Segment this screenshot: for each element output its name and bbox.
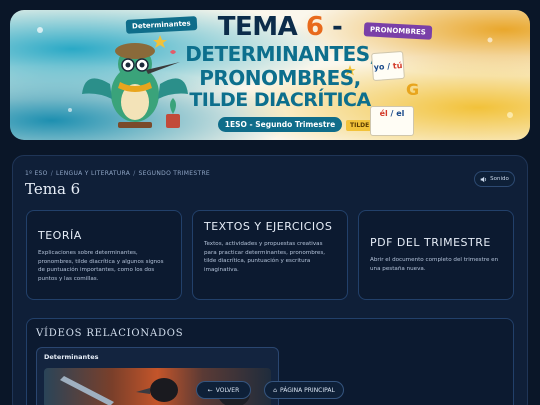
yo-text: yo /	[373, 61, 394, 72]
el-text: / el	[387, 109, 405, 118]
banner-title-line-2: DETERMINANTES,	[185, 42, 377, 66]
back-arrow-icon: ←	[207, 386, 213, 394]
page-title: Tema 6	[25, 180, 81, 198]
sound-button[interactable]: Sonido	[474, 171, 515, 187]
back-button[interactable]: ← VOLVER	[196, 381, 251, 399]
yo-tu-card: yo / tú	[371, 50, 405, 82]
banner-title-prefix: TEMA	[217, 12, 298, 42]
breadcrumb-item-term[interactable]: SEGUNDO TRIMESTRE	[139, 170, 210, 177]
banner-title-line-3: PRONOMBRES,	[199, 66, 361, 90]
breadcrumb-item-course[interactable]: 1º ESO	[25, 170, 48, 177]
card-textos-ejercicios[interactable]: TEXTOS Y EJERCICIOS Textos, actividades …	[192, 210, 348, 300]
breadcrumb-separator: /	[50, 170, 54, 177]
hummingbird-mascot-icon	[82, 43, 188, 128]
card-title: PDF DEL TRIMESTRE	[370, 236, 491, 249]
banner-title-line-4: TILDE DIACRÍTICA	[189, 89, 371, 111]
banner-title-dash: -	[323, 12, 343, 42]
home-button-label: PÁGINA PRINCIPAL	[279, 386, 335, 394]
home-button[interactable]: ⌂ PÁGINA PRINCIPAL	[264, 381, 344, 399]
banner-title-line-1: TEMA 6 -	[180, 14, 380, 40]
g-letter: G	[406, 80, 420, 99]
breadcrumb-separator: /	[133, 170, 136, 177]
tu-text: tú	[392, 61, 403, 71]
back-button-label: VOLVER	[215, 386, 240, 394]
speaker-icon	[480, 176, 487, 182]
el-accent-text: él	[379, 109, 388, 118]
banner-subtitle: 1ESO - Segundo Trimestre	[218, 117, 342, 132]
card-title: TEORÍA	[38, 229, 82, 242]
card-teoria[interactable]: TEORÍA Explicaciones sobre determinantes…	[26, 210, 182, 300]
video-label: Determinantes	[44, 353, 99, 361]
card-description: Explicaciones sobre determinantes, prono…	[38, 250, 164, 283]
breadcrumb-item-subject[interactable]: LENGUA Y LITERATURA	[56, 170, 130, 177]
el-card: él / el	[370, 106, 414, 136]
videos-section-title: VÍDEOS RELACIONADOS	[36, 328, 184, 339]
sound-button-label: Sonido	[490, 176, 509, 182]
card-description: Abrir el documento completo del trimestr…	[370, 257, 499, 272]
hero-banner: Determinantes PRONOMBRES TEMA 6 - DETERM…	[10, 10, 530, 140]
banner-title-number: 6	[305, 12, 324, 42]
card-pdf-trimestre[interactable]: PDF DEL TRIMESTRE Abrir el documento com…	[358, 210, 514, 300]
card-title: TEXTOS Y EJERCICIOS	[204, 220, 333, 233]
breadcrumb: 1º ESO / LENGUA Y LITERATURA / SEGUNDO TRIME…	[25, 170, 210, 177]
card-description: Textos, actividades y propuestas creativ…	[204, 241, 326, 274]
home-icon: ⌂	[273, 386, 277, 394]
